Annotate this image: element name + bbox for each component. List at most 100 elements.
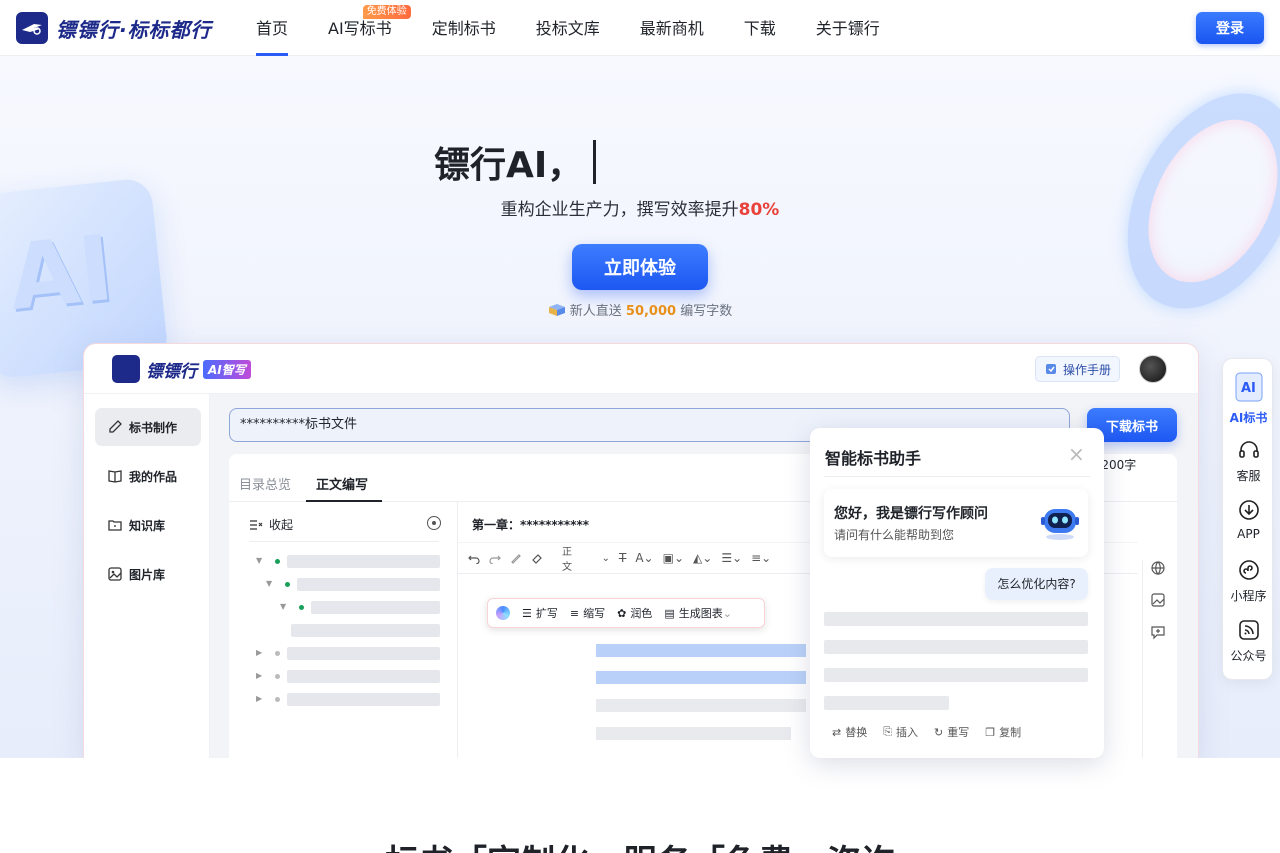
paragraph-style-select[interactable]: 正文 ⌄ xyxy=(562,543,610,573)
tab-body-writing[interactable]: 正文编写 xyxy=(316,474,368,493)
status-dot xyxy=(275,697,280,702)
outline-panel: 收起 ▼ ▼ ▼ ▶ ▶ ▶ xyxy=(229,502,458,758)
app-logo-mark-icon xyxy=(112,355,140,383)
nav-item-custom-bid[interactable]: 定制标书 xyxy=(432,0,496,56)
hero-subtitle: 重构企业生产力，撰写效率提升80% xyxy=(0,195,1280,220)
polish-button[interactable]: ✿ 润色 xyxy=(617,605,652,621)
gift-prefix: 新人直送 xyxy=(569,304,622,319)
float-official-account[interactable]: 公众号 xyxy=(1223,619,1274,664)
sidebar-item-bid-make[interactable]: 标书制作 xyxy=(95,408,201,446)
floating-sidebar: AI AI标书 客服 APP 小程序 公众号 xyxy=(1222,358,1273,680)
float-label: APP xyxy=(1237,527,1260,541)
nav-label: 定制标书 xyxy=(431,19,496,38)
sidebar-item-my-works[interactable]: 我的作品 xyxy=(95,457,201,495)
expand-write-button[interactable]: ☰ 扩写 xyxy=(522,605,558,621)
redo-icon[interactable] xyxy=(489,552,501,564)
sidebar-item-knowledge[interactable]: 知识库 xyxy=(95,506,201,544)
try-now-button[interactable]: 立即体验 xyxy=(572,244,708,290)
chevron-down-icon: ⌄ xyxy=(722,606,732,620)
expand-arrow-icon[interactable]: ▼ xyxy=(280,602,286,611)
user-avatar[interactable] xyxy=(1139,355,1167,383)
float-label: 小程序 xyxy=(1230,589,1267,603)
nav-item-download[interactable]: 下载 xyxy=(744,0,776,56)
copy-button[interactable]: ❐ 复制 xyxy=(985,724,1021,740)
response-actions: ⇄ 替换 ⎘ 插入 ↻ 重写 ❐ 复制 xyxy=(832,724,1021,740)
status-dot xyxy=(275,674,280,679)
tab-outline-overview[interactable]: 目录总览 xyxy=(239,474,291,493)
float-app[interactable]: APP xyxy=(1223,499,1274,541)
shorten-button[interactable]: ≡ 缩写 xyxy=(570,605,605,621)
polish-label: 润色 xyxy=(630,607,653,620)
sidebar-item-label: 图片库 xyxy=(129,567,166,582)
locate-button[interactable] xyxy=(427,516,441,530)
nav-label: 关于镖行 xyxy=(815,19,880,38)
expand-arrow-icon[interactable]: ▶ xyxy=(256,694,262,703)
user-question-bubble: 怎么优化内容? xyxy=(985,568,1088,600)
nav-item-about[interactable]: 关于镖行 xyxy=(816,0,880,56)
fill-icon[interactable]: ◭⌄ xyxy=(693,551,712,565)
replace-button[interactable]: ⇄ 替换 xyxy=(832,724,867,740)
globe-icon[interactable] xyxy=(1150,560,1166,576)
insert-button[interactable]: ⎘ 插入 xyxy=(883,724,918,740)
sidebar-item-label: 知识库 xyxy=(129,518,166,533)
nav-item-ai-writing[interactable]: AI写标书 免费体验 xyxy=(328,0,411,56)
status-dot xyxy=(299,605,304,610)
response-line xyxy=(824,696,949,710)
expand-arrow-icon[interactable]: ▼ xyxy=(256,556,262,565)
format-brush-icon[interactable] xyxy=(510,552,522,564)
shorten-label: 缩写 xyxy=(583,607,606,620)
close-icon[interactable]: × xyxy=(1068,442,1085,466)
ai-logo-icon xyxy=(496,606,510,620)
free-trial-badge: 免费体验 xyxy=(362,5,411,19)
main-nav: 首页 AI写标书 免费体验 定制标书 投标文库 最新商机 下载 关于镖行 xyxy=(256,0,920,56)
expand-arrow-icon[interactable]: ▼ xyxy=(266,579,272,588)
expand-arrow-icon[interactable]: ▶ xyxy=(256,671,262,680)
robot-icon xyxy=(1041,509,1079,540)
manual-button[interactable]: 操作手册 xyxy=(1035,356,1121,382)
ordered-list-icon[interactable]: ☰⌄ xyxy=(721,551,742,565)
copy-icon: ❐ xyxy=(985,725,996,739)
copy-label: 复制 xyxy=(999,726,1022,739)
outline-item[interactable] xyxy=(287,555,440,568)
float-ai-bid[interactable]: AI AI标书 xyxy=(1223,371,1274,426)
outline-item[interactable] xyxy=(311,601,440,614)
outline-item[interactable] xyxy=(287,670,440,683)
expand-arrow-icon[interactable]: ▶ xyxy=(256,648,262,657)
chevron-down-icon: ⌄ xyxy=(601,552,610,564)
rewrite-button[interactable]: ↻ 重写 xyxy=(934,724,969,740)
nav-item-home[interactable]: 首页 xyxy=(256,0,289,56)
strikethrough-icon[interactable]: T̶ xyxy=(619,551,626,565)
greeting-subtext: 请问有什么能帮助到您 xyxy=(834,528,955,542)
unordered-list-icon[interactable]: ≡⌄ xyxy=(751,551,771,565)
assistant-panel: 智能标书助手 × 您好，我是镖行写作顾问 请问有什么能帮助到您 怎么优化内容? … xyxy=(810,428,1104,758)
image-insert-icon[interactable] xyxy=(1150,592,1166,608)
chart-icon: ▤ xyxy=(664,606,675,620)
outline-item[interactable] xyxy=(287,647,440,660)
gift-suffix: 编写字数 xyxy=(680,304,733,319)
nav-item-opportunities[interactable]: 最新商机 xyxy=(640,0,704,56)
book-icon xyxy=(108,470,122,483)
float-customer-service[interactable]: 客服 xyxy=(1223,439,1274,484)
assistant-title: 智能标书助手 xyxy=(825,449,922,468)
generate-chart-button[interactable]: ▤ 生成图表 ⌄ xyxy=(664,605,732,621)
outline-item[interactable] xyxy=(287,693,440,706)
highlight-icon[interactable]: ▣⌄ xyxy=(663,551,684,565)
nav-label: 下载 xyxy=(743,19,776,38)
expand-icon: ☰ xyxy=(522,606,532,620)
nav-item-library[interactable]: 投标文库 xyxy=(536,0,600,56)
float-label: 客服 xyxy=(1236,469,1261,483)
collapse-button[interactable]: 收起 xyxy=(249,516,293,533)
comment-add-icon[interactable] xyxy=(1150,624,1166,640)
site-logo[interactable]: 镖镖行·标标都行 xyxy=(16,12,212,44)
outline-item[interactable] xyxy=(291,624,440,637)
float-mini-program[interactable]: 小程序 xyxy=(1223,559,1274,604)
app-logo: 镖镖行 AI智写 xyxy=(112,355,251,383)
text-line xyxy=(596,727,791,740)
login-button[interactable]: 登录 xyxy=(1196,12,1264,44)
sidebar-item-images[interactable]: 图片库 xyxy=(95,555,201,593)
outline-item[interactable] xyxy=(297,578,440,591)
font-color-icon[interactable]: A⌄ xyxy=(635,551,653,565)
outline-divider xyxy=(249,541,439,542)
eraser-icon[interactable] xyxy=(531,552,543,564)
undo-icon[interactable] xyxy=(468,552,480,564)
